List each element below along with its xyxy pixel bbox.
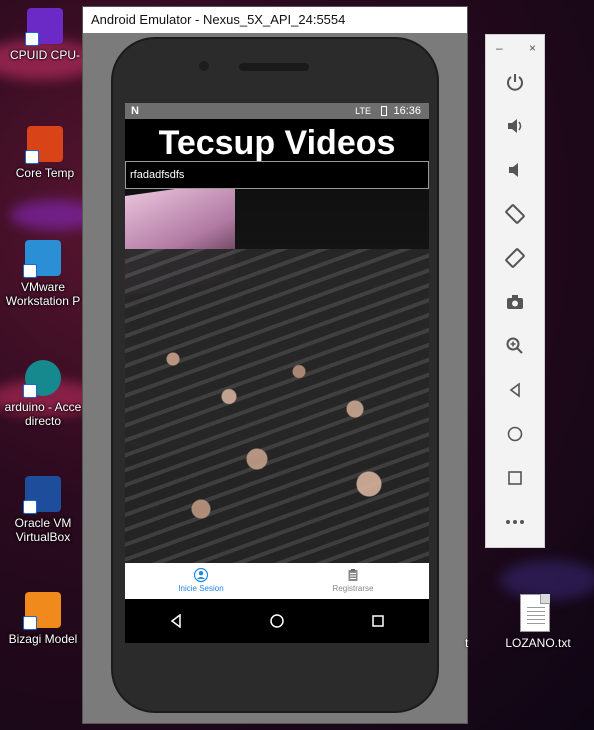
battery-icon — [381, 106, 387, 116]
vmware-icon — [23, 240, 61, 278]
desktop-icon-label: Core Temp — [15, 166, 75, 180]
zoom-button[interactable] — [500, 331, 530, 361]
screenshot-button[interactable] — [500, 287, 530, 317]
speaker-icon — [239, 63, 309, 71]
bottom-navigation: Inicie Sesion Registrarse — [125, 563, 429, 599]
system-navigation-bar — [125, 599, 429, 643]
search-input[interactable] — [125, 161, 429, 189]
home-circle-icon — [270, 614, 284, 628]
core-temp-icon — [25, 126, 63, 164]
emulator-window: Android Emulator - Nexus_5X_API_24:5554 … — [82, 6, 468, 724]
back-button[interactable] — [166, 611, 186, 631]
camera-icon — [507, 295, 523, 309]
volume-up-button[interactable] — [500, 111, 530, 141]
volume-up-icon — [508, 119, 522, 133]
arduino-icon — [23, 360, 61, 398]
desktop-icon-core-temp[interactable]: Core Temp — [6, 126, 84, 180]
desktop-icon-label: Oracle VM VirtualBox — [14, 516, 72, 544]
power-button[interactable] — [500, 67, 530, 97]
minimize-icon[interactable]: – — [496, 41, 503, 55]
desktop-icon-virtualbox[interactable]: Oracle VM VirtualBox — [4, 476, 82, 544]
volume-down-icon — [509, 163, 518, 177]
more-button[interactable] — [500, 507, 530, 537]
tab-label: Inicie Sesion — [178, 584, 224, 593]
network-label: LTE — [355, 106, 371, 116]
camera-lens-icon — [199, 61, 209, 71]
cpuid-icon — [25, 8, 63, 46]
emulator-toolbar: – × — [485, 34, 545, 548]
desktop-icon-cpuid[interactable]: CPUID CPU- — [6, 8, 84, 62]
desktop-icon-arduino[interactable]: arduino - Acce directo — [4, 360, 82, 428]
tab-registrarse[interactable]: Registrarse — [277, 563, 429, 599]
background-photo — [125, 189, 429, 563]
close-icon[interactable]: × — [529, 41, 536, 55]
power-icon — [507, 74, 523, 91]
desktop-icon-label: VMware Workstation P — [5, 280, 81, 308]
overview-button[interactable] — [368, 611, 388, 631]
partial-desktop-label: t — [465, 636, 469, 650]
zoom-icon — [506, 337, 523, 354]
overview-icon — [508, 471, 522, 485]
status-bar: N LTE 16:36 — [125, 103, 429, 119]
account-icon — [194, 568, 208, 582]
rotate-right-button[interactable] — [500, 243, 530, 273]
toolbar-window-controls: – × — [496, 41, 536, 55]
overview-tool-button[interactable] — [500, 463, 530, 493]
desktop-icon-label: arduino - Acce directo — [4, 400, 82, 428]
home-tool-button[interactable] — [500, 419, 530, 449]
desktop-icon-label: Bizagi Model — [8, 632, 78, 646]
rotate-left-button[interactable] — [500, 199, 530, 229]
home-button[interactable] — [267, 611, 287, 631]
rotate-left-icon — [505, 204, 525, 224]
tab-label: Registrarse — [332, 584, 374, 593]
phone-screen: N LTE 16:36 Tecsup Videos rfadadfsdfs In… — [125, 103, 429, 643]
status-time: 16:36 — [393, 105, 421, 117]
desktop-icon-bizagi[interactable]: Bizagi Model — [4, 592, 82, 646]
virtualbox-icon — [23, 476, 61, 514]
emulator-titlebar[interactable]: Android Emulator - Nexus_5X_API_24:5554 — [83, 7, 467, 33]
phone-frame: N LTE 16:36 Tecsup Videos rfadadfsdfs In… — [111, 37, 439, 713]
bizagi-icon — [23, 592, 61, 630]
desktop-icon-vmware[interactable]: VMware Workstation P — [4, 240, 82, 308]
app-title: Tecsup Videos — [158, 124, 396, 162]
back-tool-button[interactable] — [500, 375, 530, 405]
desktop-icon-label: CPUID CPU- — [9, 48, 80, 62]
volume-down-button[interactable] — [500, 155, 530, 185]
overview-square-icon — [372, 615, 385, 627]
home-icon — [507, 426, 523, 442]
text-file-icon[interactable] — [520, 594, 550, 632]
rotate-right-icon — [505, 248, 525, 268]
audience — [145, 309, 425, 559]
desktop-file-label: LOZANO.txt — [505, 636, 571, 650]
clipboard-icon — [348, 569, 358, 581]
tab-inicie-sesion[interactable]: Inicie Sesion — [125, 563, 277, 599]
back-triangle-icon — [170, 614, 181, 628]
notification-icon: N — [131, 105, 139, 117]
more-icon — [506, 520, 524, 524]
back-icon — [509, 382, 520, 398]
